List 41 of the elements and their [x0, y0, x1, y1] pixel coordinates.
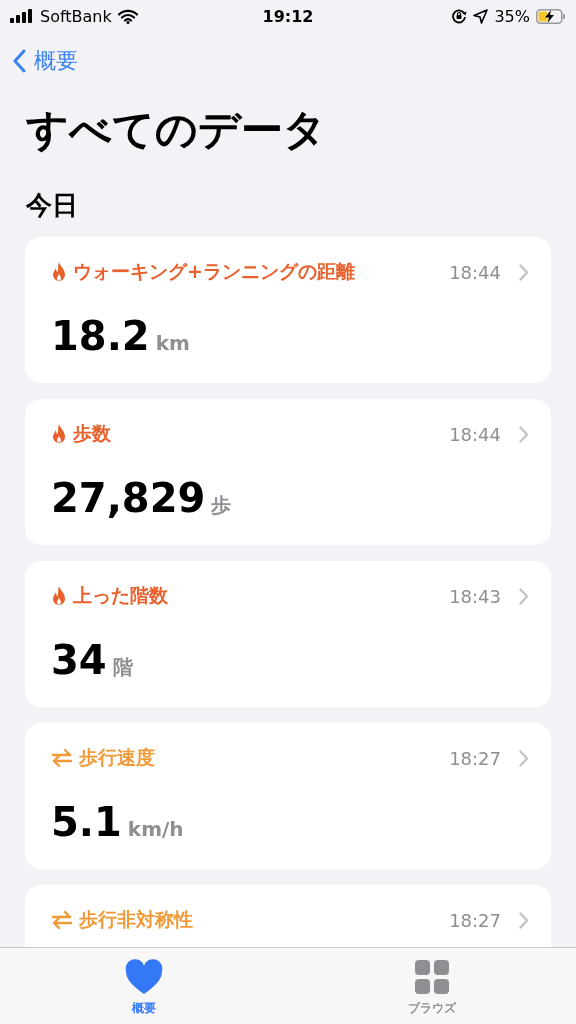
chevron-icon — [519, 749, 529, 767]
metric-value: 34 — [51, 637, 107, 683]
section-header: 今日 — [26, 189, 79, 222]
metric-name: 上った階数 — [73, 583, 169, 608]
metric-value: 5.1 — [51, 799, 122, 845]
metric-name: ウォーキング+ランニングの距離 — [73, 259, 356, 284]
page-title: すべてのデータ — [26, 104, 327, 156]
tab-item[interactable]: 概要 — [0, 948, 288, 1024]
back-chevron-icon — [12, 49, 26, 73]
metric-card[interactable]: 歩数 18:44 27,829 歩 — [25, 399, 551, 545]
metric-unit: 歩 — [211, 492, 232, 519]
metric-name: 歩行非対称性 — [79, 907, 194, 932]
heart-icon — [124, 958, 164, 996]
metric-name: 歩数 — [73, 421, 112, 446]
metric-name: 歩行速度 — [79, 745, 156, 770]
signal-icon — [10, 9, 34, 23]
carrier-name: SoftBank — [40, 6, 112, 26]
metric-card[interactable]: 上った階数 18:43 34 階 — [25, 561, 551, 707]
metric-time: 18:27 — [449, 909, 501, 931]
wifi-icon — [117, 8, 138, 24]
metric-unit: km — [155, 331, 190, 355]
metric-time: 18:27 — [449, 747, 501, 769]
grid-icon — [412, 958, 452, 996]
metric-unit: km/h — [127, 817, 184, 841]
metric-card[interactable]: 歩行速度 18:27 5.1 km/h — [25, 723, 551, 869]
rotation-lock-icon — [451, 8, 468, 24]
clock-time: 19:12 — [262, 6, 314, 26]
chevron-icon — [519, 587, 529, 605]
chevron-icon — [519, 263, 529, 281]
battery-charging-icon — [536, 8, 566, 24]
location-arrow-icon — [473, 8, 489, 24]
metric-time: 18:44 — [449, 423, 501, 445]
metric-value: 27,829 — [51, 475, 206, 521]
metric-card[interactable]: ウォーキング+ランニングの距離 18:44 18.2 km — [25, 237, 551, 383]
metric-time: 18:44 — [449, 261, 501, 283]
battery-percent: 35% — [494, 6, 530, 26]
metric-value: 18.2 — [51, 313, 150, 359]
chevron-icon — [519, 425, 529, 443]
metric-time: 18:43 — [449, 585, 501, 607]
chevron-icon — [519, 911, 529, 929]
metric-unit: 階 — [112, 654, 133, 681]
